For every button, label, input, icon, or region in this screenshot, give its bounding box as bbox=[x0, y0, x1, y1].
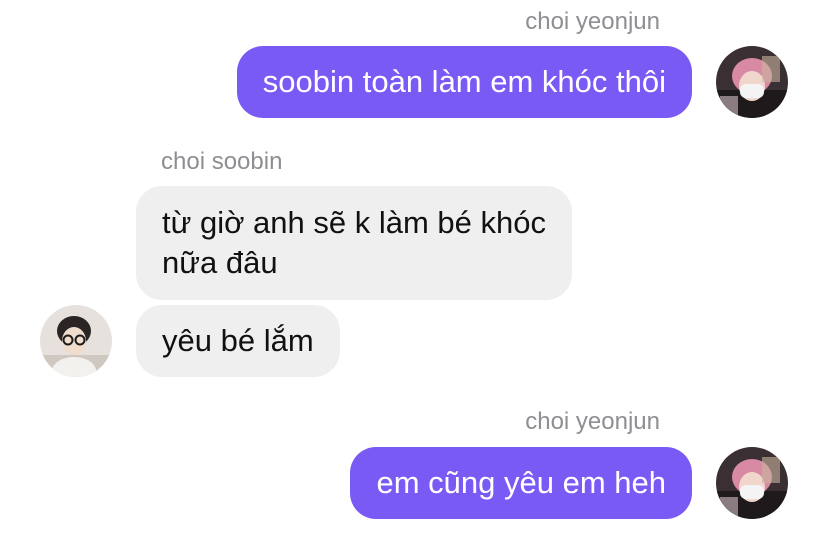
message-text: soobin toàn làm em khóc thôi bbox=[262, 64, 666, 99]
avatar-soobin[interactable] bbox=[40, 305, 112, 377]
message-text-line: nữa đâu bbox=[162, 245, 278, 280]
message-bubble-incoming[interactable]: yêu bé lắm bbox=[136, 305, 340, 377]
user-avatar-icon bbox=[716, 447, 788, 519]
user-avatar-icon bbox=[40, 305, 112, 377]
sender-name-yeonjun: choi yeonjun bbox=[525, 8, 660, 35]
sender-name-yeonjun: choi yeonjun bbox=[525, 408, 660, 435]
message-bubble-outgoing[interactable]: em cũng yêu em heh bbox=[350, 447, 692, 519]
sender-name-soobin: choi soobin bbox=[161, 148, 283, 175]
message-text: yêu bé lắm bbox=[162, 323, 314, 358]
message-text: em cũng yêu em heh bbox=[376, 465, 666, 500]
user-avatar-icon bbox=[716, 46, 788, 118]
avatar-yeonjun[interactable] bbox=[716, 447, 788, 519]
avatar-yeonjun[interactable] bbox=[716, 46, 788, 118]
message-text-line: từ giờ anh sẽ k làm bé khóc bbox=[162, 205, 546, 240]
message-bubble-outgoing[interactable]: soobin toàn làm em khóc thôi bbox=[236, 46, 692, 118]
message-bubble-incoming[interactable]: từ giờ anh sẽ k làm bé khóc nữa đâu bbox=[136, 186, 572, 300]
